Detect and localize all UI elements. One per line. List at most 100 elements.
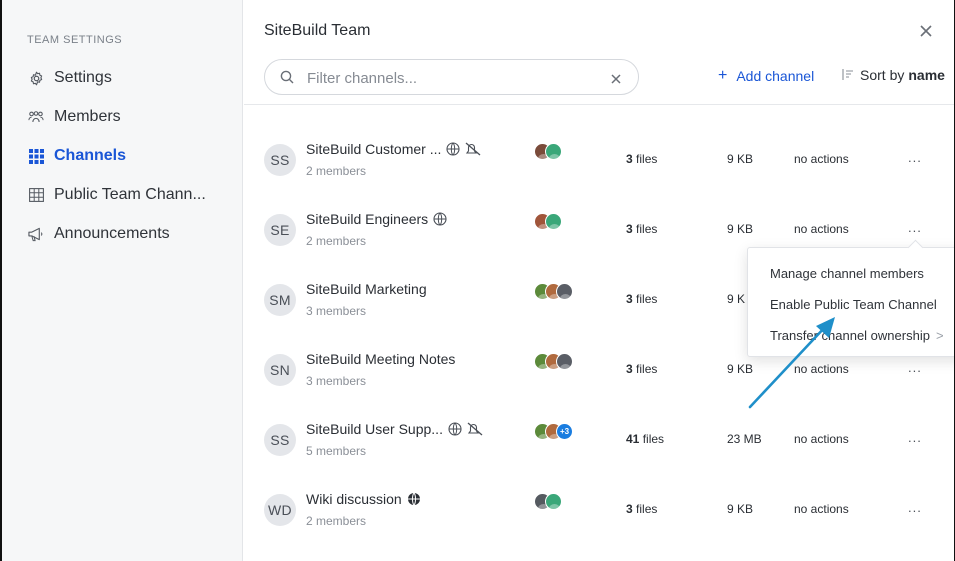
files-unit: files (636, 222, 658, 236)
channel-avatar: SS (264, 144, 296, 176)
filter-box (264, 59, 639, 95)
channel-name-text: SiteBuild User Supp... (306, 421, 443, 437)
channel-row[interactable]: SS SiteBuild Customer ... 2 members 3 files… (244, 122, 954, 192)
sidebar-item-label: Public Team Chann... (54, 186, 206, 203)
chevron-right-icon: > (935, 328, 944, 343)
files-unit: files (636, 362, 658, 376)
channel-name[interactable]: SiteBuild Marketing (306, 281, 427, 297)
channel-avatar: SN (264, 354, 296, 386)
members-icon (28, 109, 44, 125)
more-members-badge: +3 (556, 423, 573, 440)
more-options-button[interactable]: ... (908, 360, 922, 375)
channel-size: 9 KB (727, 222, 754, 236)
muted-icon (465, 142, 481, 156)
sidebar-item-members[interactable]: Members (28, 105, 121, 129)
member-avatars[interactable]: +3 (534, 423, 573, 441)
channel-files[interactable]: 3 files (626, 222, 657, 236)
member-avatars[interactable] (534, 353, 573, 371)
channel-name[interactable]: SiteBuild Meeting Notes (306, 351, 455, 367)
files-count: 41 (626, 432, 640, 446)
team-settings-window: TEAM SETTINGS Settings Members Channels … (0, 0, 955, 561)
member-avatar (545, 213, 562, 230)
channel-actions-menu: Manage channel members Enable Public Tea… (747, 247, 954, 357)
channel-name[interactable]: SiteBuild Customer ... (306, 141, 481, 157)
gear-icon (28, 70, 44, 86)
more-options-button[interactable]: ... (908, 150, 922, 165)
files-unit: files (636, 502, 658, 516)
member-avatars[interactable] (534, 493, 562, 511)
member-avatars[interactable] (534, 143, 562, 161)
globe-icon (446, 142, 460, 156)
sidebar-item-settings[interactable]: Settings (28, 66, 112, 90)
page-title: SiteBuild Team (264, 22, 371, 39)
channel-name[interactable]: SiteBuild Engineers (306, 211, 447, 227)
channel-avatar: SM (264, 284, 296, 316)
channel-size: 9 KB (727, 502, 754, 516)
channel-name[interactable]: Wiki discussion (306, 491, 421, 507)
channel-size: 9 K (727, 292, 746, 306)
member-avatar (556, 353, 573, 370)
channel-files[interactable]: 3 files (626, 362, 657, 376)
channel-files[interactable]: 3 files (626, 502, 657, 516)
channel-row[interactable]: SS SiteBuild User Supp... 5 members +3 41 fi… (244, 402, 954, 472)
sort-by-button[interactable]: Sort by name (842, 67, 945, 83)
channel-name-text: Wiki discussion (306, 491, 402, 507)
clear-icon (611, 74, 621, 84)
sidebar-item-label: Settings (54, 69, 112, 86)
member-avatars[interactable] (534, 213, 562, 231)
sidebar-item-label: Channels (54, 147, 127, 164)
channel-avatar: SE (264, 214, 296, 246)
channel-files[interactable]: 41 files (626, 432, 664, 446)
megaphone-icon (28, 226, 44, 242)
sort-label: Sort by (860, 67, 905, 83)
files-count: 3 (626, 152, 633, 166)
add-channel-button[interactable]: + Add channel (718, 67, 814, 85)
channel-avatar: SS (264, 424, 296, 456)
menu-item-transfer-ownership[interactable]: Transfer channel ownership > (770, 328, 944, 343)
sidebar-item-announcements[interactable]: Announcements (28, 222, 170, 246)
member-avatar (545, 143, 562, 160)
menu-item-label: Transfer channel ownership (770, 328, 930, 343)
member-avatars[interactable] (534, 283, 573, 301)
more-options-button[interactable]: ... (908, 430, 922, 445)
channel-member-count: 2 members (306, 234, 367, 248)
channel-size: 9 KB (727, 362, 754, 376)
channel-files[interactable]: 3 files (626, 292, 657, 306)
channel-member-count: 2 members (306, 514, 367, 528)
channel-member-count: 5 members (306, 444, 367, 458)
close-icon (920, 25, 932, 37)
channel-actions-status: no actions (794, 432, 849, 446)
grid-icon (28, 148, 44, 164)
files-count: 3 (626, 502, 633, 516)
channel-member-count: 3 members (306, 304, 367, 318)
channel-row[interactable]: WD Wiki discussion 2 members 3 files 9 KB no … (244, 472, 954, 542)
channel-member-count: 2 members (306, 164, 367, 178)
channel-name[interactable]: SiteBuild User Supp... (306, 421, 483, 437)
files-unit: files (636, 152, 658, 166)
sidebar-heading: TEAM SETTINGS (27, 34, 123, 46)
files-count: 3 (626, 292, 633, 306)
files-unit: files (642, 432, 665, 446)
files-unit: files (636, 292, 658, 306)
channel-size: 9 KB (727, 152, 754, 166)
channel-member-count: 3 members (306, 374, 367, 388)
table-icon (28, 187, 44, 203)
clear-filter-button[interactable] (611, 71, 621, 89)
sidebar-item-label: Members (54, 108, 121, 125)
more-options-button[interactable]: ... (908, 220, 922, 235)
sidebar-item-channels[interactable]: Channels (28, 144, 126, 168)
menu-item-manage-members[interactable]: Manage channel members (770, 266, 924, 281)
more-options-button[interactable]: ... (908, 500, 922, 515)
channel-name-text: SiteBuild Meeting Notes (306, 351, 456, 367)
channel-files[interactable]: 3 files (626, 152, 657, 166)
channel-actions-status: no actions (794, 222, 849, 236)
sort-icon (842, 67, 854, 83)
filter-channels-input[interactable] (307, 68, 597, 88)
muted-icon (467, 422, 483, 436)
sidebar-item-public-team-channel[interactable]: Public Team Chann... (28, 183, 206, 207)
channel-size: 23 MB (727, 432, 762, 446)
menu-item-enable-public-team-channel[interactable]: Enable Public Team Channel (770, 297, 937, 312)
channel-name-text: SiteBuild Customer ... (306, 141, 442, 157)
add-channel-label: Add channel (736, 68, 815, 84)
close-button[interactable] (916, 21, 936, 41)
